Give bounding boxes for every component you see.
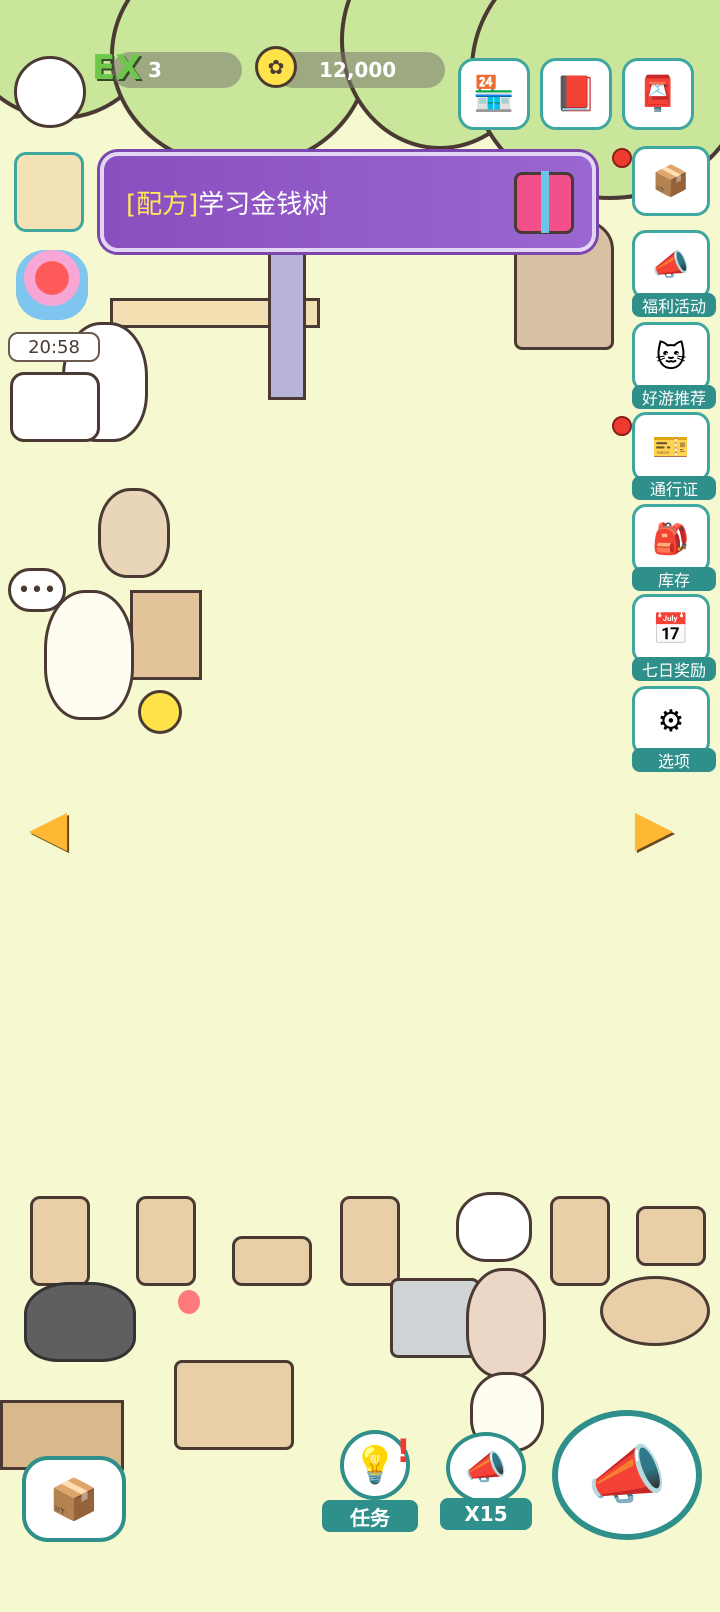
- fence-post: [550, 1196, 610, 1286]
- inventory-button[interactable]: 🎒: [632, 504, 710, 574]
- level-value: 3: [148, 58, 162, 82]
- multiplier-label: X15: [440, 1498, 532, 1530]
- crate-icon: 📦: [49, 1476, 99, 1523]
- options-label: 选项: [632, 748, 716, 772]
- banner-tag: [配方]: [126, 190, 199, 220]
- fence-post: [30, 1196, 90, 1286]
- fence-post: [136, 1196, 196, 1286]
- mailbox-icon: 📮: [636, 74, 680, 114]
- quest-label: 任务: [322, 1500, 418, 1532]
- fence-post: [340, 1196, 400, 1286]
- shop-button[interactable]: 🏪: [458, 58, 530, 130]
- banner-title: 学习金钱树: [198, 190, 329, 220]
- backpack-icon: 🎒: [652, 521, 690, 557]
- coin-value: 12,000: [319, 58, 397, 82]
- notification-dot: [612, 148, 632, 168]
- welfare-activity-button[interactable]: 📣: [632, 230, 710, 300]
- banner-text: [配方]学习金钱树: [126, 184, 328, 221]
- notification-dot: [612, 416, 632, 436]
- cat-box-icon: 🐱: [655, 339, 687, 375]
- mailbox-button[interactable]: 📮: [622, 58, 694, 130]
- exclamation-icon: !: [396, 1432, 411, 1470]
- cat-megaphone-icon: 📣: [464, 1448, 508, 1488]
- recipe-banner[interactable]: [配方]学习金钱树: [100, 152, 596, 252]
- coin-drop-icon[interactable]: [138, 690, 182, 734]
- ex-badge: EX: [92, 48, 142, 88]
- trash-bags[interactable]: [24, 1282, 136, 1362]
- storage-box-button[interactable]: 📦: [22, 1456, 126, 1542]
- shop-icon: 🏪: [472, 74, 516, 114]
- inventory-label: 库存: [632, 567, 716, 591]
- gear-icon: ⚙: [657, 703, 685, 739]
- pass-label: 通行证: [632, 476, 716, 500]
- cat-megaphone-main-button[interactable]: 📣: [552, 1410, 702, 1540]
- speech-bubble[interactable]: •••: [8, 568, 66, 612]
- wooden-crate[interactable]: [174, 1360, 294, 1450]
- cat-visitor-bubble[interactable]: [10, 372, 100, 442]
- white-dog[interactable]: [456, 1192, 532, 1262]
- coin-pill: 12,000: [275, 52, 445, 88]
- tree-stump[interactable]: [600, 1276, 710, 1346]
- lightbulb-icon: 💡: [352, 1445, 398, 1486]
- arrow-left-icon[interactable]: ◀: [20, 799, 76, 857]
- pass-button[interactable]: 🎫: [632, 412, 710, 482]
- game-recommend-button[interactable]: 🐱: [632, 322, 710, 392]
- cat-megaphone-icon: 📣: [652, 247, 690, 283]
- collection-book-button[interactable]: 📕: [540, 58, 612, 130]
- options-button[interactable]: ⚙: [632, 686, 710, 756]
- fence-post: [636, 1206, 706, 1266]
- fence-post: [232, 1236, 312, 1286]
- arrow-right-icon[interactable]: ▶: [626, 799, 682, 857]
- book-icon: 📕: [554, 74, 598, 114]
- coin-icon: ✿: [255, 46, 297, 88]
- flower: [178, 1290, 200, 1314]
- rabbit-character[interactable]: [466, 1268, 546, 1378]
- ad-cat-button[interactable]: 📣: [446, 1432, 526, 1504]
- seven-day-reward-button[interactable]: 📅: [632, 594, 710, 664]
- chicken-character[interactable]: [44, 590, 134, 720]
- wooden-table[interactable]: [130, 590, 202, 680]
- calendar-icon: 📅: [652, 611, 690, 647]
- game-recommend-label: 好游推荐: [632, 385, 716, 409]
- cat-box-button[interactable]: 📦: [632, 146, 710, 216]
- cat-megaphone-icon: 📣: [587, 1438, 667, 1513]
- gift-icon[interactable]: [514, 171, 574, 234]
- pass-ticket-icon: 🎫: [652, 429, 690, 465]
- event-timer: 20:58: [8, 332, 100, 362]
- balloon-gift-icon[interactable]: [16, 250, 88, 320]
- stone-pillar: [268, 250, 306, 400]
- siamese-cat[interactable]: [98, 488, 170, 578]
- player-avatar[interactable]: [14, 56, 86, 128]
- cat-box-icon: 📦: [652, 163, 690, 199]
- welfare-activity-label: 福利活动: [632, 293, 716, 317]
- map-button[interactable]: [14, 152, 84, 232]
- seven-day-reward-label: 七日奖励: [632, 657, 716, 681]
